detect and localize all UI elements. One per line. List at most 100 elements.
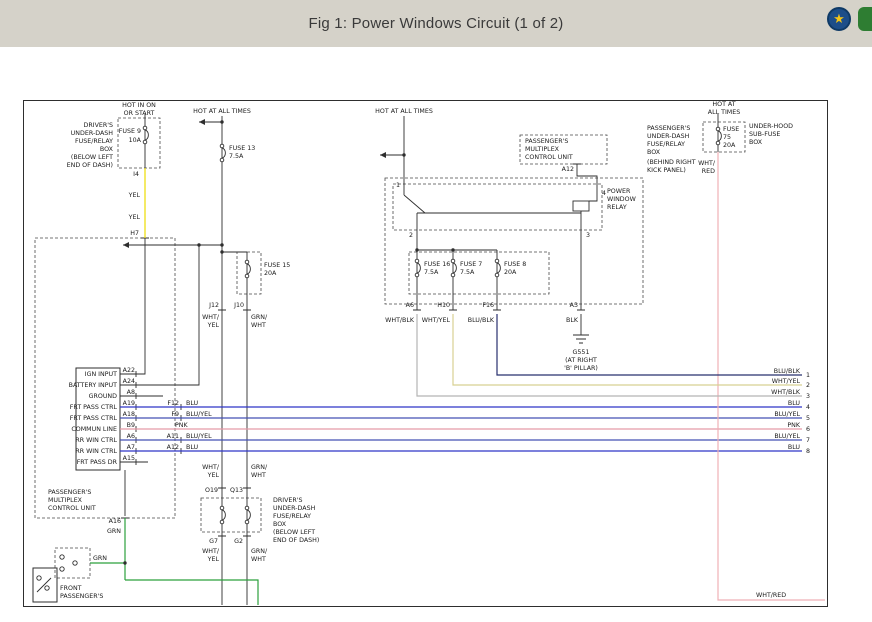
driver-fusebox-bottom-label: BOX [273, 521, 287, 528]
driver-underdash-bottom-box [201, 498, 261, 532]
wire-j12-color-3: YEL [207, 556, 220, 563]
power-window-relay-label: RELAY [607, 204, 627, 211]
wire-whtred-label: WHT/ [698, 160, 716, 167]
wire-1-label: BLU/BLK [774, 368, 801, 375]
pin-a8: A8 [127, 389, 135, 396]
wire-j10-color: WHT [251, 322, 266, 329]
row-ign-input: IGN INPUT [85, 371, 117, 378]
wire-2-label: WHT/YEL [772, 378, 801, 385]
wire-h10-color: WHT/YEL [422, 317, 451, 324]
fuse16-label: FUSE 16 [424, 261, 450, 268]
passenger-mux-top-label: MULTIPLEX [525, 146, 560, 153]
wire-whtred-label: RED [702, 168, 715, 175]
conn-j12: J12 [208, 302, 219, 309]
wire-1-num: 1 [806, 372, 810, 379]
passenger-mux-box [35, 238, 175, 518]
relay-pin-1: 1 [396, 182, 400, 189]
wire-grn-label: GRN [93, 555, 107, 562]
wire-8-label: BLU [788, 444, 801, 451]
fuse9-amps: 10A [129, 137, 142, 144]
row-frt-pass-ctrl: FRT PASS CTRL [70, 415, 118, 422]
wire-j10-color: GRN/ [251, 314, 268, 321]
passenger-fusebox-label: FUSE/RELAY [647, 141, 685, 148]
wire-yel-label: YEL [128, 192, 141, 199]
pin-g2: G2 [234, 538, 243, 545]
pin-a16: A16 [109, 518, 121, 525]
wire-j12-color-3: WHT/ [202, 548, 220, 555]
wire-8-num: 8 [806, 448, 810, 455]
underhood-box-label: SUB-FUSE [749, 131, 780, 138]
relay-pin-4: 4 [602, 190, 606, 197]
fuse-symbols [143, 126, 721, 524]
pin-b9: B9 [127, 422, 135, 429]
driver-fusebox-bottom-label: UNDER-DASH [273, 505, 316, 512]
wire-a6-color: WHT/BLK [385, 317, 415, 324]
power-window-relay-label: WINDOW [607, 196, 637, 203]
underhood-fuse-num: 75 [723, 134, 731, 141]
ground-g551: 'B' PILLAR) [564, 365, 598, 372]
wire-a3-color: BLK [566, 317, 579, 324]
fuse8-amps: 20A [504, 269, 517, 276]
underhood-fuse-amps: 20A [723, 142, 736, 149]
wire-grn-label: GRN [107, 528, 121, 535]
row-commun-line: COMMUN LINE [71, 426, 117, 433]
fuse7-label: FUSE 7 [460, 261, 482, 268]
conn-j10: J10 [233, 302, 244, 309]
wire-7-num: 7 [806, 437, 810, 444]
front-passenger-label: PASSENGER'S [60, 593, 103, 600]
passenger-fusebox-label: (BEHIND RIGHT [647, 159, 696, 166]
driver-fusebox-label: DRIVER'S [84, 122, 113, 129]
hot-in-on-label: OR START [124, 110, 155, 117]
pin-a11: A11 [167, 433, 179, 440]
bookmark-star-icon[interactable]: ★ [827, 7, 851, 31]
relay-coil [573, 201, 589, 211]
pin-a22: A22 [123, 367, 135, 374]
hot-at-all-times-right: HOT AT [712, 101, 735, 108]
continuation-arrows [123, 119, 386, 248]
fuse13-amps: 7.5A [229, 153, 244, 160]
passenger-mux-top-label: PASSENGER'S [525, 138, 568, 145]
fuse8-label: FUSE 8 [504, 261, 526, 268]
green-tab-icon[interactable] [858, 7, 872, 31]
passenger-mux-bottom-label: CONTROL UNIT [48, 505, 96, 512]
pin-h7: H7 [130, 230, 139, 237]
wire-7-label: BLU/YEL [774, 433, 800, 440]
fuse15-amps: 20A [264, 270, 277, 277]
passenger-fusebox-label: PASSENGER'S [647, 125, 690, 132]
wire-6-label: PNK [787, 422, 801, 429]
wire-j12-color-2: WHT/ [202, 464, 220, 471]
hot-at-all-times-left: HOT AT ALL TIMES [193, 108, 251, 115]
fuse13-label: FUSE 13 [229, 145, 255, 152]
power-window-relay-label: POWER [607, 188, 631, 195]
row-rr-win-ctrl: RR WIN CTRL [75, 448, 117, 455]
diagram-labels: HOT IN ONOR STARTDRIVER'SUNDER-DASHFUSE/… [48, 101, 810, 600]
wire-whtred-bottom-label: WHT/RED [756, 592, 786, 599]
wire-yel-label: YEL [128, 214, 141, 221]
star-glyph: ★ [833, 11, 845, 26]
conn-a3: A3 [570, 302, 578, 309]
wire-j10-color-3: GRN/ [251, 548, 268, 555]
figure-header: Fig 1: Power Windows Circuit (1 of 2) ★ [0, 0, 872, 47]
pin-a12-mid: A12 [167, 444, 179, 451]
underhood-fuse-label: FUSE [723, 126, 739, 133]
pin-a19: A19 [123, 400, 135, 407]
wire-blublk [497, 314, 802, 375]
relay-feed-column [380, 116, 404, 188]
conn-f16: F16 [482, 302, 494, 309]
passenger-fusebox-label: UNDER-DASH [647, 133, 690, 140]
wire-2-num: 2 [806, 382, 810, 389]
fuse9-label: FUSE 9 [119, 128, 141, 135]
driver-fusebox-bottom-label: (BELOW LEFT [273, 529, 315, 536]
a3-ground-column [573, 228, 589, 343]
passenger-fusebox-label: KICK PANEL) [647, 167, 686, 174]
ground-g551: G551 [573, 349, 590, 356]
front-passenger-switch-box [33, 568, 57, 602]
passenger-mux-top-label: CONTROL UNIT [525, 154, 573, 161]
wire-f16-color: BLU/BLK [468, 317, 495, 324]
pin-a24: A24 [123, 378, 135, 385]
pin-f12: F12 [167, 400, 179, 407]
hot-at-all-times-right: ALL TIMES [708, 109, 740, 116]
driver-fusebox-label: UNDER-DASH [71, 130, 114, 137]
wire-blu-label: BLU [186, 444, 199, 451]
row-frt-pass-dr: FRT PASS DR [77, 459, 118, 466]
